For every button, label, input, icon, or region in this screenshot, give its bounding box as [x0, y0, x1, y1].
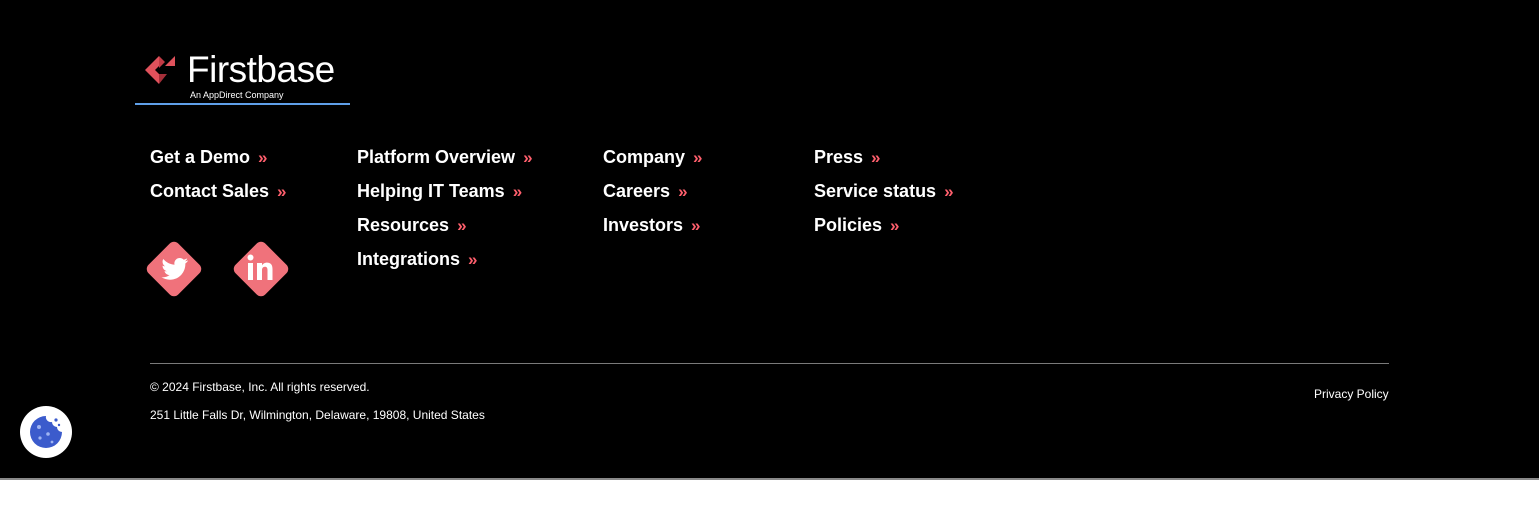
resources-label: Resources [357, 215, 450, 235]
investors-link[interactable]: Investors » [603, 208, 702, 242]
careers-link[interactable]: Careers » [603, 174, 702, 208]
helping-it-teams-label: Helping IT Teams [357, 181, 505, 201]
press-label: Press [814, 147, 864, 167]
resources-link[interactable]: Resources » [357, 208, 533, 242]
integrations-label: Integrations [357, 249, 461, 269]
twitter-link[interactable] [141, 236, 207, 302]
platform-overview-label: Platform Overview [357, 147, 516, 167]
chevron-right-double-icon: » [871, 148, 881, 167]
chevron-right-double-icon: » [512, 182, 523, 201]
chevron-right-double-icon: » [693, 148, 703, 167]
chevron-right-double-icon: » [258, 148, 268, 167]
cookie-icon [30, 416, 62, 448]
chevron-right-double-icon: » [890, 216, 900, 235]
footer-col-product: Platform Overview » Helping IT Teams » Res… [357, 140, 533, 276]
chevron-right-double-icon: » [678, 182, 688, 201]
chevron-right-double-icon: » [468, 250, 478, 269]
company-label: Company [603, 147, 686, 167]
footer-col-contact: Get a Demo » Contact Sales » [150, 140, 287, 208]
service-status-label: Service status [814, 181, 937, 201]
cookie-settings-button[interactable] [20, 406, 72, 458]
policies-label: Policies [814, 215, 883, 235]
chevron-right-double-icon: » [457, 216, 467, 235]
service-status-link[interactable]: Service status » [814, 174, 954, 208]
site-footer: Firstbase An AppDirect Company Get a Dem… [0, 0, 1539, 480]
investors-label: Investors [603, 215, 684, 235]
linkedin-link[interactable] [228, 236, 294, 302]
privacy-policy-link[interactable]: Privacy Policy [1314, 387, 1389, 401]
helping-it-teams-link[interactable]: Helping IT Teams » [357, 174, 533, 208]
platform-overview-link[interactable]: Platform Overview » [357, 140, 533, 174]
address-text: 251 Little Falls Dr, Wilmington, Delawar… [150, 408, 485, 422]
footer-divider [150, 363, 1389, 364]
linkedin-icon [233, 241, 289, 297]
chevron-right-double-icon: » [691, 216, 701, 235]
company-link[interactable]: Company » [603, 140, 702, 174]
logo-tagline: An AppDirect Company [190, 90, 284, 100]
firstbase-logo-mark-icon [145, 56, 175, 84]
get-a-demo-link[interactable]: Get a Demo » [150, 140, 287, 174]
integrations-link[interactable]: Integrations » [357, 242, 533, 276]
chevron-right-double-icon: » [944, 182, 954, 201]
careers-label: Careers [603, 181, 671, 201]
copyright-text: © 2024 Firstbase, Inc. All rights reserv… [150, 380, 370, 394]
chevron-right-double-icon: » [523, 148, 533, 167]
chevron-right-double-icon: » [277, 182, 287, 201]
get-a-demo-label: Get a Demo [150, 147, 251, 167]
press-link[interactable]: Press » [814, 140, 954, 174]
logo-wordmark: Firstbase [187, 49, 335, 90]
firstbase-logo[interactable]: Firstbase An AppDirect Company [135, 44, 350, 105]
footer-col-company: Company » Careers » Investors » [603, 140, 702, 242]
policies-link[interactable]: Policies » [814, 208, 954, 242]
contact-sales-label: Contact Sales [150, 181, 270, 201]
twitter-icon [146, 241, 202, 297]
footer-col-info: Press » Service status » Policies » [814, 140, 954, 242]
contact-sales-link[interactable]: Contact Sales » [150, 174, 287, 208]
